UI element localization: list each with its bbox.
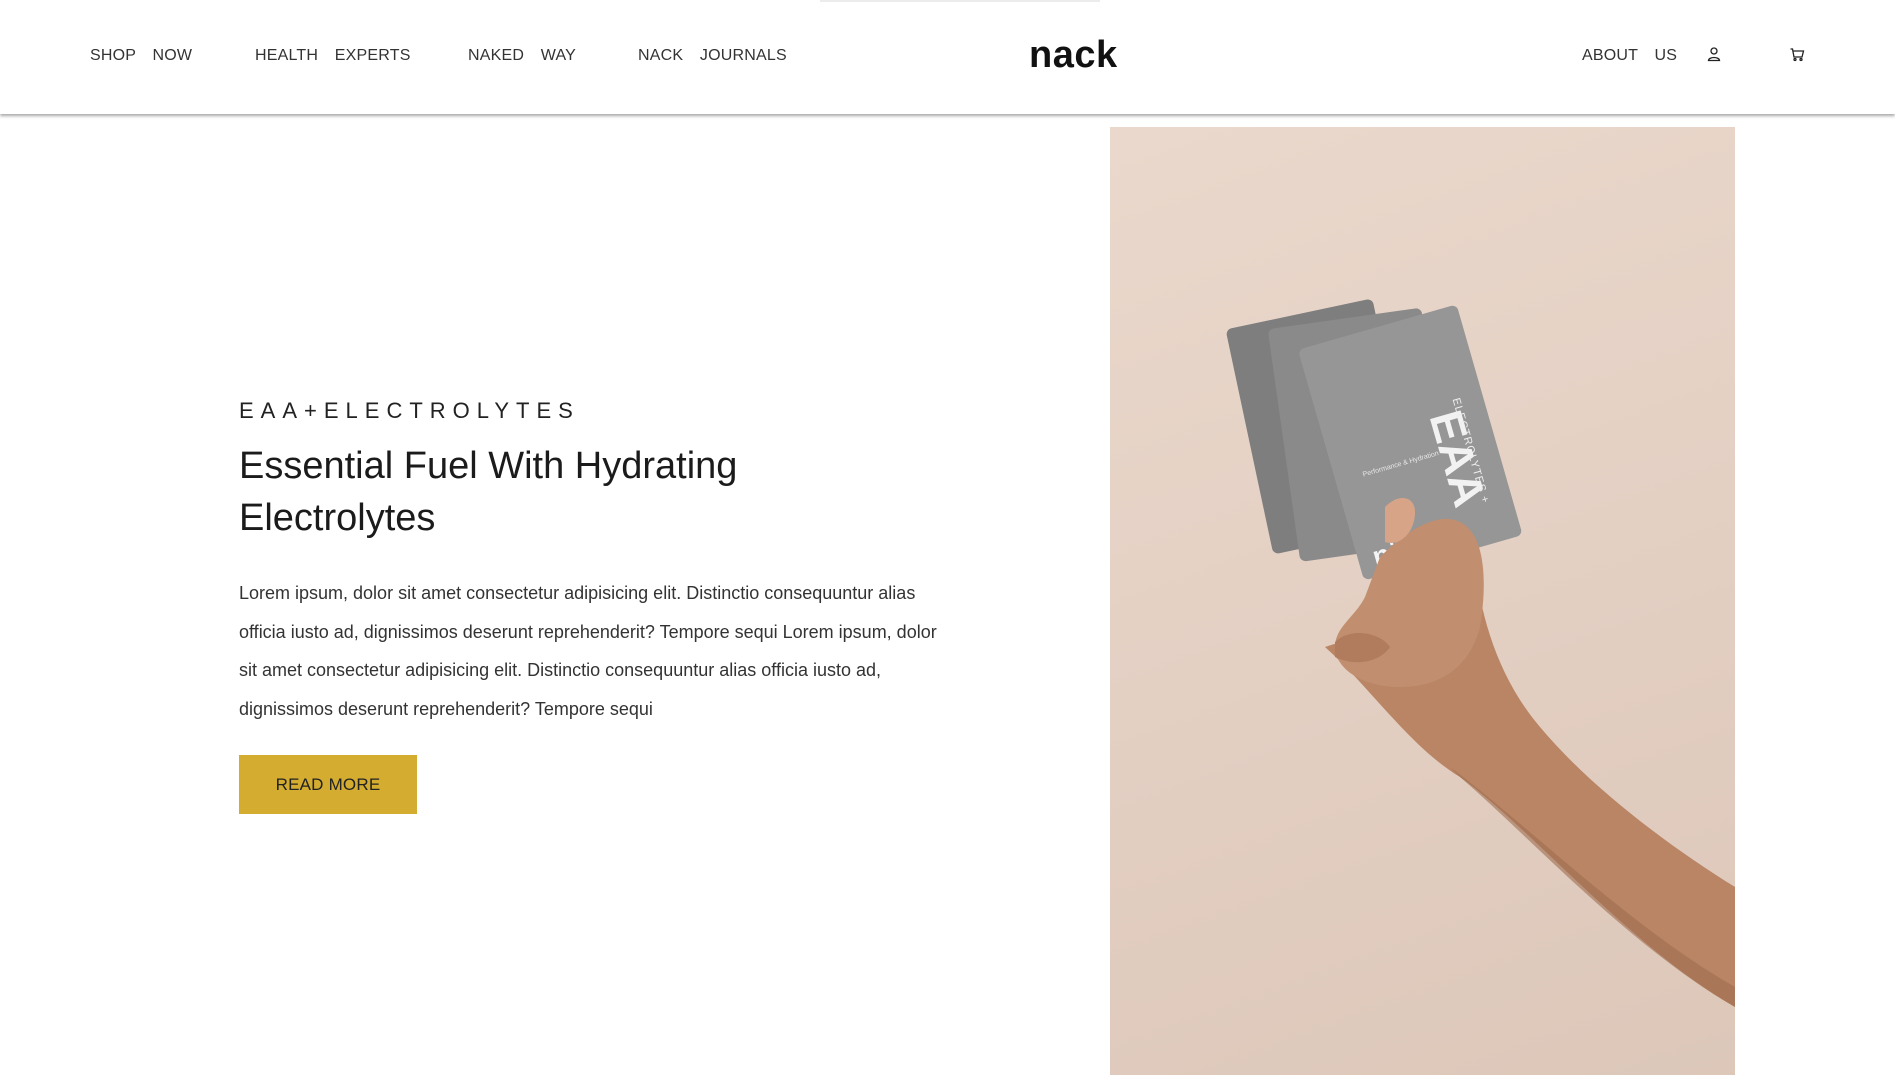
hero-text-block: EAA+ELECTROLYTES Essential Fuel With Hyd… — [239, 398, 939, 814]
site-header: SHOP NOW HEALTH EXPERTS NAKED WAY NACK J… — [0, 0, 1895, 114]
nav-health-experts[interactable]: HEALTH EXPERTS — [255, 47, 411, 65]
brand-logo[interactable]: nack — [1029, 34, 1118, 77]
hero-headline: Essential Fuel With Hydrating Electrolyt… — [239, 445, 738, 539]
nav-naked-way[interactable]: NAKED WAY — [468, 47, 576, 65]
hand-holding-packets-illustration: EAA ELECTROLYTES + Performance & Hydrati… — [1226, 299, 1735, 1007]
read-more-button[interactable]: READ MORE — [239, 755, 417, 814]
nav-shop-now[interactable]: SHOP NOW — [90, 47, 192, 65]
hero-body-text: Lorem ipsum, dolor sit amet consectetur … — [239, 583, 937, 719]
hero-eyebrow: EAA+ELECTROLYTES — [239, 398, 580, 423]
nav-about-us[interactable]: ABOUT US — [1582, 47, 1677, 65]
cart-icon[interactable] — [1789, 46, 1805, 62]
header-top-accent — [820, 0, 1100, 2]
user-icon[interactable] — [1706, 46, 1722, 62]
product-photo: EAA ELECTROLYTES + Performance & Hydrati… — [1110, 127, 1735, 1075]
nav-nack-journals[interactable]: NACK JOURNALS — [638, 47, 787, 65]
